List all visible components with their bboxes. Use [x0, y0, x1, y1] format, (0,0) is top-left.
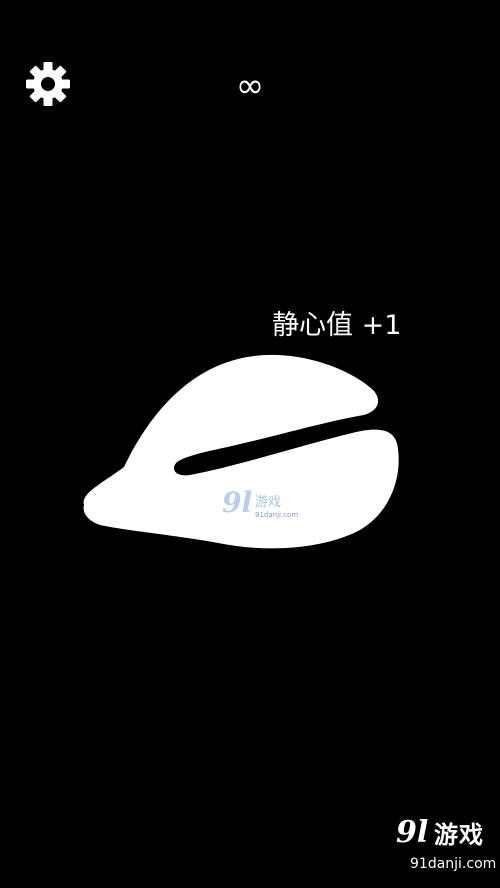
corner-watermark-number: 9l: [396, 815, 429, 850]
corner-watermark: 9l 游戏 91danji.com: [396, 814, 496, 882]
counter-display: ∞: [235, 66, 265, 106]
center-watermark: 9l 游戏 91danji.com: [222, 488, 312, 528]
reward-popup-text: 静心值 +1: [272, 310, 402, 341]
watermark-logo-number: 9l: [222, 486, 253, 519]
watermark-logo-text: 游戏: [255, 495, 282, 510]
watermark-url: 91danji.com: [255, 511, 299, 519]
corner-watermark-text: 游戏: [434, 821, 484, 849]
corner-watermark-url: 91danji.com: [410, 856, 497, 872]
gear-icon: [26, 62, 70, 106]
settings-button[interactable]: [22, 62, 74, 106]
